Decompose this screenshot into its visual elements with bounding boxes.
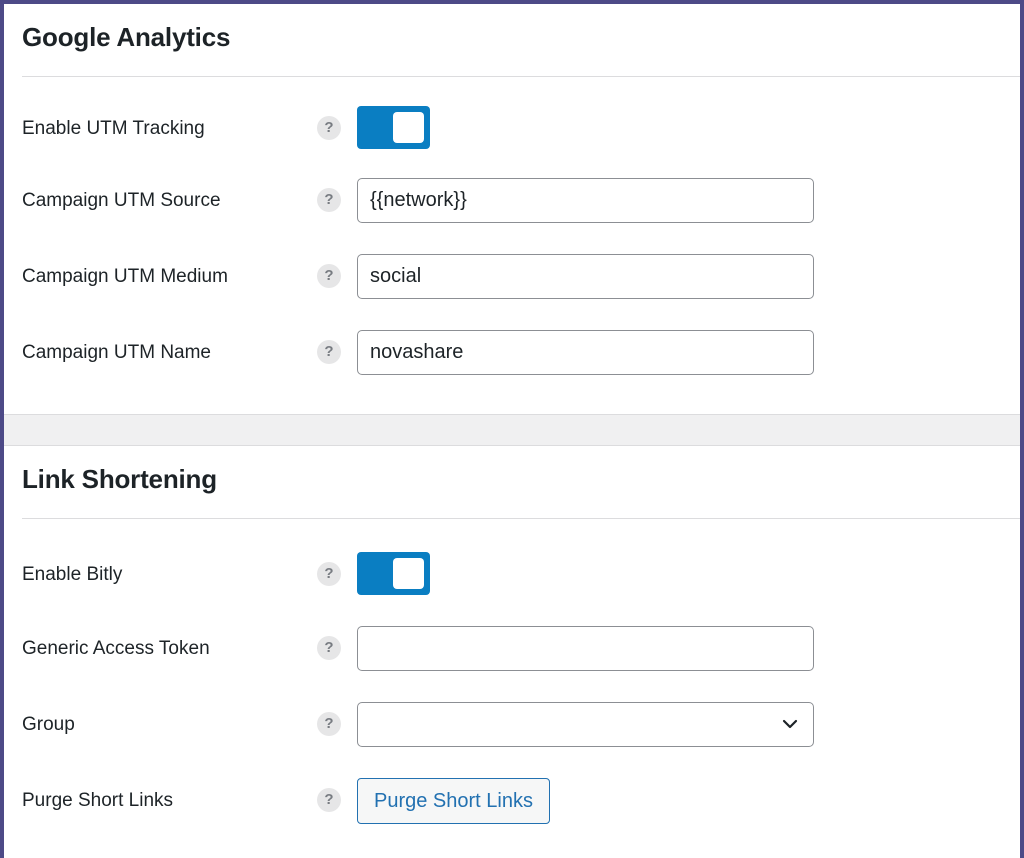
help-circle-icon[interactable]: ? [317, 264, 341, 288]
group-label: Group [22, 714, 75, 735]
row-generic-access-token: Generic Access Token ? [4, 626, 1020, 672]
enable-bitly-label: Enable Bitly [22, 564, 123, 585]
row-purge-short-links: Purge Short Links ? Purge Short Links [4, 778, 1020, 824]
enable-utm-tracking-toggle[interactable] [357, 106, 430, 149]
help-circle-icon[interactable]: ? [317, 188, 341, 212]
section-title-google-analytics: Google Analytics [22, 22, 231, 52]
section-divider [22, 518, 1020, 519]
enable-utm-tracking-label: Enable UTM Tracking [22, 118, 205, 139]
toggle-knob [393, 112, 424, 143]
campaign-utm-medium-input[interactable] [357, 254, 814, 299]
help-circle-icon[interactable]: ? [317, 636, 341, 660]
settings-page: Google Analytics Enable UTM Tracking ? C… [0, 0, 1024, 858]
help-circle-icon[interactable]: ? [317, 788, 341, 812]
help-circle-icon[interactable]: ? [317, 116, 341, 140]
row-campaign-utm-source: Campaign UTM Source ? [4, 178, 1020, 224]
help-circle-icon[interactable]: ? [317, 340, 341, 364]
row-enable-utm-tracking: Enable UTM Tracking ? [4, 106, 1020, 152]
campaign-utm-source-label: Campaign UTM Source [22, 190, 221, 211]
row-campaign-utm-name: Campaign UTM Name ? [4, 330, 1020, 376]
group-select[interactable] [357, 702, 814, 747]
row-group: Group ? [4, 702, 1020, 748]
row-campaign-utm-medium: Campaign UTM Medium ? [4, 254, 1020, 300]
chevron-down-icon [782, 719, 798, 729]
toggle-knob [393, 558, 424, 589]
google-analytics-section: Google Analytics Enable UTM Tracking ? C… [4, 4, 1020, 414]
row-enable-bitly: Enable Bitly ? [4, 552, 1020, 598]
enable-bitly-toggle[interactable] [357, 552, 430, 595]
generic-access-token-label: Generic Access Token [22, 638, 210, 659]
section-title-link-shortening: Link Shortening [22, 464, 217, 494]
campaign-utm-name-input[interactable] [357, 330, 814, 375]
purge-short-links-label: Purge Short Links [22, 790, 174, 811]
help-circle-icon[interactable]: ? [317, 562, 341, 586]
campaign-utm-name-label: Campaign UTM Name [22, 342, 211, 363]
help-circle-icon[interactable]: ? [317, 712, 341, 736]
campaign-utm-source-input[interactable] [357, 178, 814, 223]
generic-access-token-input[interactable] [357, 626, 814, 671]
purge-short-links-button[interactable]: Purge Short Links [357, 778, 550, 824]
link-shortening-section: Link Shortening Enable Bitly ? Generic A… [4, 446, 1020, 858]
section-divider [22, 76, 1020, 77]
campaign-utm-medium-label: Campaign UTM Medium [22, 266, 228, 287]
section-separator [4, 414, 1020, 446]
